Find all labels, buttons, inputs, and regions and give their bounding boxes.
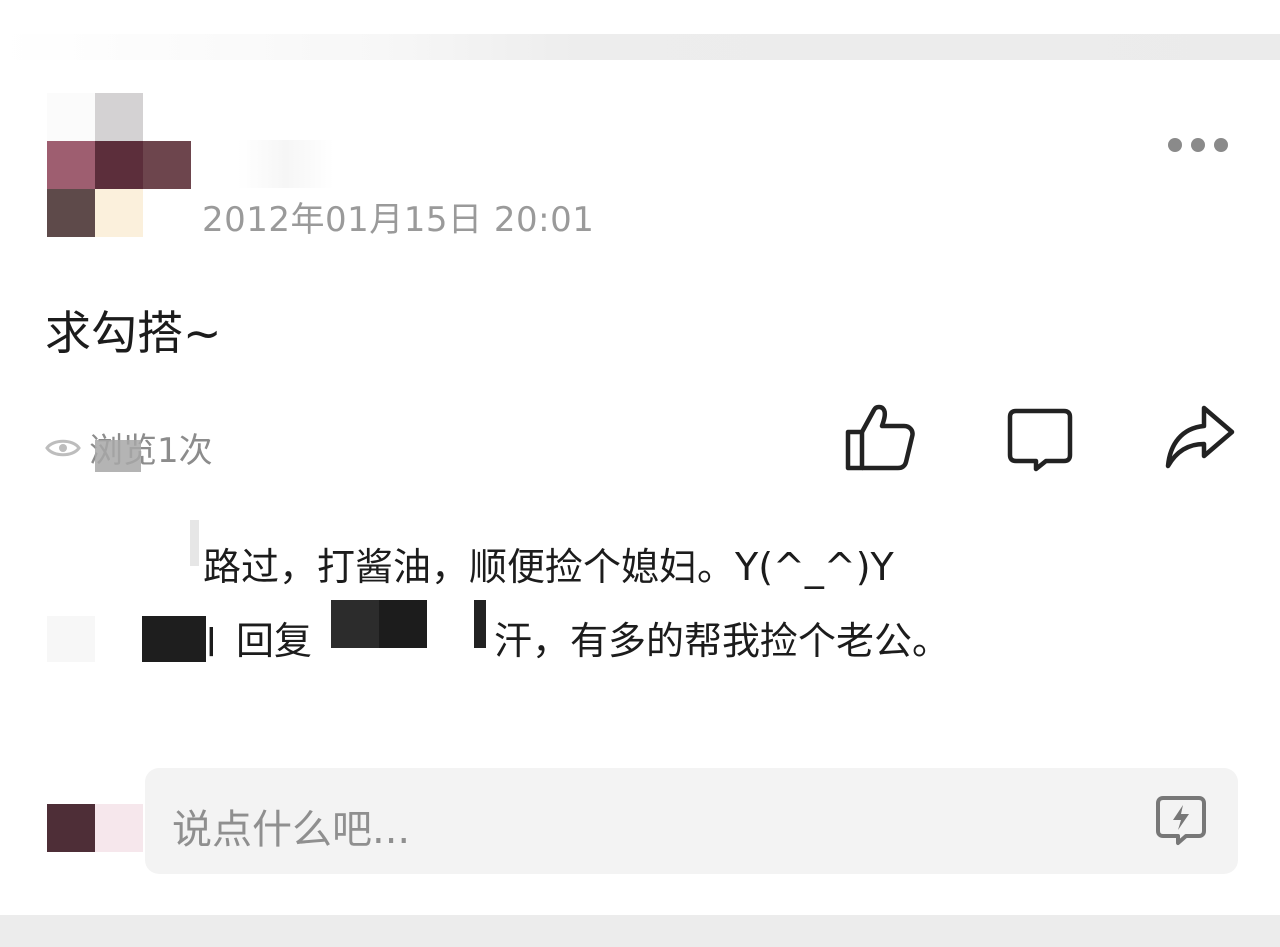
more-dot [1168, 138, 1182, 152]
more-dot [1214, 138, 1228, 152]
thumbs-up-icon[interactable] [842, 400, 916, 474]
comment-author-redaction[interactable] [142, 616, 206, 662]
comment-author-redaction [190, 520, 199, 566]
comment-text: 路过，打酱油，顺便捡个媳妇。Y(^_^)Y [203, 545, 894, 589]
comment-text: 汗，有多的帮我捡个老公。 [494, 619, 951, 663]
avatar-pixel [95, 804, 143, 852]
reply-target-redaction [474, 600, 486, 648]
post-timestamp: 2012年01月15日 20:01 [202, 200, 595, 240]
comment-input-placeholder: 说点什么吧... [172, 807, 411, 853]
comment-author-fragment: l [206, 621, 217, 665]
comment-avatar-redacted[interactable] [47, 616, 95, 662]
post-text: 求勾搭~ [45, 306, 222, 360]
eye-icon [45, 439, 81, 456]
avatar-pixel [47, 189, 95, 237]
bottom-bar [0, 915, 1280, 947]
avatar-pixel [143, 189, 191, 237]
avatar-pixel [95, 93, 143, 141]
top-strip [0, 0, 1280, 34]
avatar[interactable] [47, 93, 191, 237]
avatar-pixel [143, 93, 191, 141]
view-count-redaction [95, 440, 141, 472]
avatar-pixel [95, 141, 143, 189]
avatar-pixel [47, 93, 95, 141]
avatar-pixel [143, 141, 191, 189]
avatar-pixel [95, 189, 143, 237]
avatar-pixel [47, 141, 95, 189]
username-redacted[interactable] [238, 140, 334, 188]
share-icon[interactable] [1162, 400, 1236, 474]
top-divider [0, 34, 1280, 60]
quick-reply-icon[interactable] [1152, 795, 1210, 847]
comment-icon[interactable] [1002, 403, 1076, 477]
reply-target-redaction [379, 600, 427, 648]
more-dot [1191, 138, 1205, 152]
reply-target-redaction [331, 600, 379, 648]
my-avatar [47, 804, 143, 852]
avatar-pixel [47, 804, 95, 852]
more-icon[interactable] [1168, 138, 1228, 152]
reply-label: 回复 [236, 619, 313, 663]
